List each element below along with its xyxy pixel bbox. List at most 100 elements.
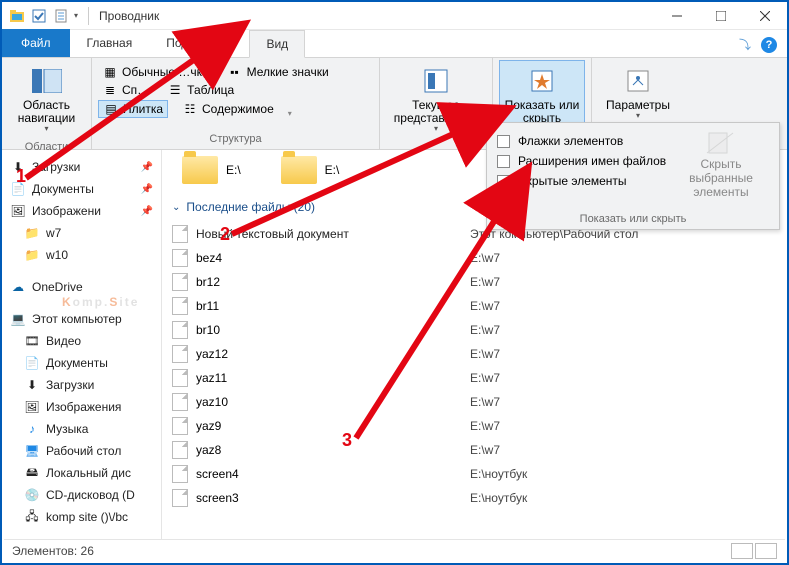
current-view-button[interactable]: Текущее представление ▾ [386, 60, 486, 139]
file-name: yaz9 [196, 419, 221, 433]
navigation-pane-button[interactable]: Область навигации ▾ [8, 60, 85, 139]
layout-more-icon[interactable]: ▾ [288, 109, 292, 118]
qat-dropdown-icon[interactable]: ▾ [74, 11, 78, 20]
nav-pictures2[interactable]: 🖼Изображения [6, 396, 157, 418]
ribbon-help: ⤵ ? [729, 32, 787, 57]
nav-documents2[interactable]: 📄Документы [6, 352, 157, 374]
nav-onedrive[interactable]: ☁OneDrive [6, 276, 157, 298]
ribbon-group-panes: Области [8, 139, 85, 157]
table-row[interactable]: yaz10E:\w7 [172, 390, 777, 414]
file-icon [172, 345, 188, 363]
checkbox-icon [497, 135, 510, 148]
table-row[interactable]: screen4 E:\ноутбук [172, 462, 777, 486]
table-row[interactable]: br11E:\w7 [172, 294, 777, 318]
status-count-label: Элементов: [12, 544, 77, 558]
tab-share[interactable]: Поделиться [149, 29, 249, 57]
nav-documents[interactable]: 📄Документы📌 [6, 178, 157, 200]
file-icon [172, 273, 188, 291]
separator [88, 7, 89, 25]
list-icon: ≣ [102, 82, 118, 98]
nav-komp[interactable]: 🖧komp site ()\/bc [6, 506, 157, 528]
nav-w10[interactable]: 📁w10 [6, 244, 157, 266]
file-name: bez4 [196, 251, 222, 265]
close-button[interactable] [743, 2, 787, 30]
table-row[interactable]: br12E:\w7 [172, 270, 777, 294]
table-row[interactable]: br10E:\w7 [172, 318, 777, 342]
file-location: E:\ноутбук [470, 467, 527, 481]
minimize-button[interactable] [655, 2, 699, 30]
window-controls [655, 2, 787, 30]
folder-item[interactable]: E:\ [182, 156, 241, 184]
layout-table[interactable]: ☰Таблица [163, 82, 238, 98]
layout-tiny-icons[interactable]: ▦Обычные …чки [98, 64, 213, 80]
nav-videos[interactable]: 🎞Видео [6, 330, 157, 352]
table-row[interactable]: yaz12E:\w7 [172, 342, 777, 366]
layout-list[interactable]: ≣Сп… [98, 82, 153, 98]
table-row[interactable]: screen3E:\ноутбук [172, 486, 777, 510]
file-name: screen4 [196, 467, 239, 481]
table-row[interactable]: yaz11E:\w7 [172, 366, 777, 390]
current-view-icon [420, 65, 452, 97]
nav-desktop[interactable]: 🖥Рабочий стол [6, 440, 157, 462]
quick-access-toolbar: ▾ [2, 7, 84, 25]
network-icon: 🖧 [24, 509, 40, 525]
statusbar: Элементов: 26 [4, 539, 785, 561]
checkbox-icon [497, 175, 510, 188]
nav-pictures[interactable]: 🖼Изображени📌 [6, 200, 157, 222]
nav-downloads[interactable]: ⬇Загрузки📌 [6, 156, 157, 178]
nav-localdisk[interactable]: 🖴Локальный дис [6, 462, 157, 484]
file-location: E:\w7 [470, 419, 500, 433]
file-location: E:\w7 [470, 443, 500, 457]
file-location: E:\w7 [470, 371, 500, 385]
maximize-button[interactable] [699, 2, 743, 30]
file-name: br12 [196, 275, 220, 289]
hide-selected-button[interactable]: Скрыть выбранные элементы [673, 131, 769, 199]
folder-item[interactable]: E:\ [281, 156, 340, 184]
help-icon[interactable]: ? [761, 37, 777, 53]
layout-small-icons[interactable]: ▪▪Мелкие значки [223, 64, 333, 80]
disk-icon: 🖴 [24, 465, 40, 481]
file-name: screen3 [196, 491, 239, 505]
tab-home[interactable]: Главная [70, 29, 150, 57]
tab-file[interactable]: Файл [2, 29, 70, 57]
hide-icon [705, 131, 737, 155]
chevron-down-icon: ⌄ [172, 202, 180, 213]
collapse-ribbon-icon[interactable]: ⤵ [739, 36, 751, 53]
file-location: E:\w7 [470, 251, 500, 265]
nav-downloads2[interactable]: ⬇Загрузки [6, 374, 157, 396]
tiles-icon: ▤ [103, 101, 119, 117]
nav-music[interactable]: ♪Музыка [6, 418, 157, 440]
table-row[interactable]: yaz9 E:\w7 [172, 414, 777, 438]
nav-w7[interactable]: 📁w7 [6, 222, 157, 244]
tab-view[interactable]: Вид [249, 30, 305, 58]
nav-cd[interactable]: 💿CD-дисковод (D [6, 484, 157, 506]
navigation-pane: ⬇Загрузки📌 📄Документы📌 🖼Изображени📌 📁w7 … [2, 150, 162, 541]
table-row[interactable]: yaz8E:\w7 [172, 438, 777, 462]
pin-icon: 📌 [141, 184, 153, 195]
file-icon [172, 489, 188, 507]
file-icon [172, 465, 188, 483]
pin-icon: 📌 [141, 206, 153, 217]
downloads-icon: ⬇ [24, 377, 40, 393]
view-icons-toggle[interactable] [755, 543, 777, 559]
checkbox-icon[interactable] [30, 7, 48, 25]
file-icon [172, 441, 188, 459]
layout-tiles[interactable]: ▤Плитка [98, 100, 168, 118]
annotation-marker-3: 3 [342, 430, 352, 451]
table-row[interactable]: bez4 E:\w7 [172, 246, 777, 270]
file-name[interactable]: Новый текстовый документ [196, 227, 349, 241]
view-details-toggle[interactable] [731, 543, 753, 559]
layout-content[interactable]: ☷Содержимое [178, 100, 278, 118]
file-name: yaz10 [196, 395, 228, 409]
checkbox-icon [497, 155, 510, 168]
annotation-marker-1: 1 [16, 166, 26, 187]
properties-icon[interactable] [52, 7, 70, 25]
nav-thispc[interactable]: 💻Этот компьютер [6, 308, 157, 330]
annotation-marker-2: 2 [220, 224, 230, 245]
cd-icon: 💿 [24, 487, 40, 503]
file-icon [172, 297, 188, 315]
pictures-icon: 🖼 [10, 203, 26, 219]
panes-icon [31, 65, 63, 97]
small-icons-icon: ▪▪ [227, 64, 243, 80]
options-button[interactable]: Параметры ▾ [598, 60, 678, 126]
